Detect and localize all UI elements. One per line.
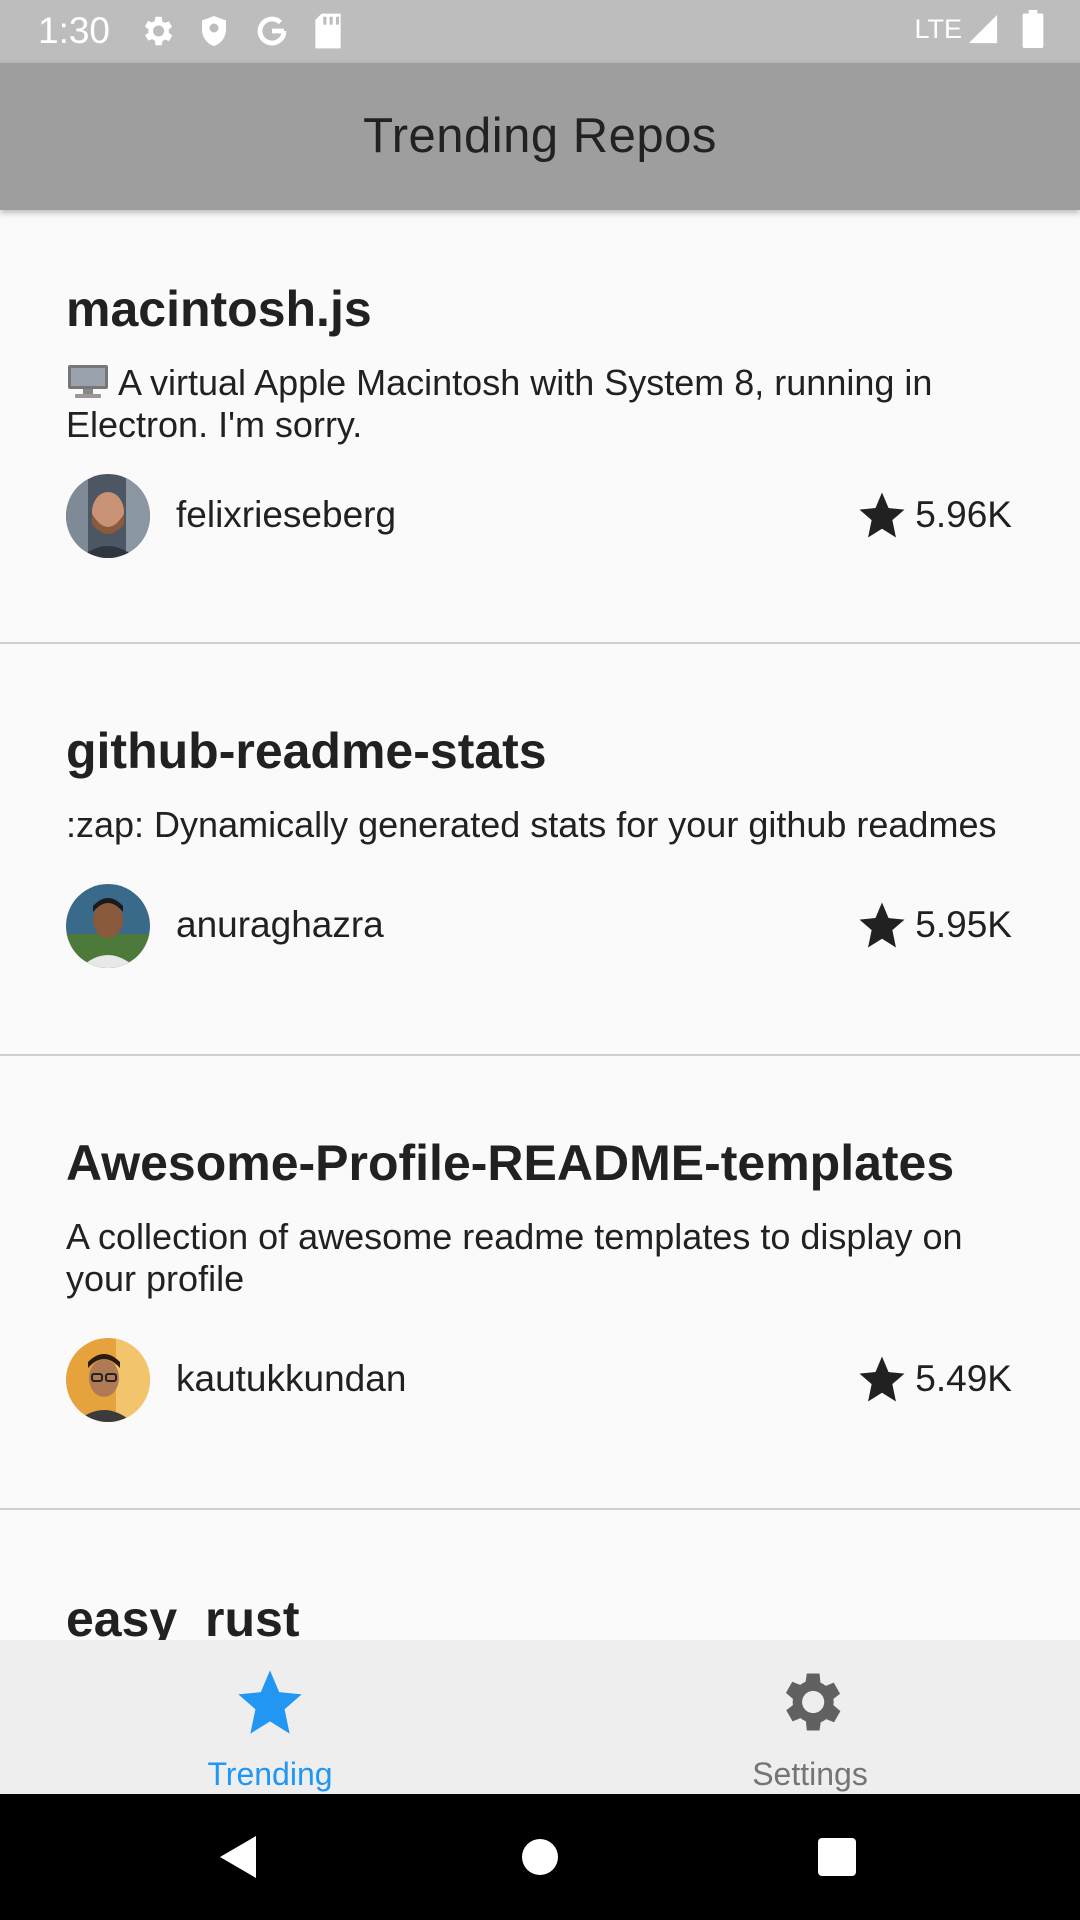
back-icon[interactable] xyxy=(216,1832,260,1882)
repo-owner: kautukkundan xyxy=(176,1358,407,1399)
repo-name: Awesome-Profile-README-templates xyxy=(66,1135,955,1191)
avatar[interactable] xyxy=(66,1338,150,1422)
signal-icon xyxy=(968,14,998,44)
repo-description: :zap: Dynamically generated stats for yo… xyxy=(66,804,997,845)
repo-name: github-readme-stats xyxy=(66,723,547,779)
app-bar: Trending Repos xyxy=(0,63,1080,210)
page-title: Trending Repos xyxy=(363,109,717,163)
tab-trending-label: Trending xyxy=(207,1756,333,1792)
repo-card[interactable]: Awesome-Profile-README-templates A colle… xyxy=(0,1056,1080,1510)
sd-card-icon xyxy=(315,13,341,49)
avatar[interactable] xyxy=(66,474,150,558)
tab-trending[interactable]: Trending xyxy=(0,1640,540,1794)
repo-description: A collection of awesome readme templates… xyxy=(66,1216,963,1299)
shield-icon xyxy=(202,16,226,46)
tab-settings-label: Settings xyxy=(752,1756,868,1792)
computer-icon xyxy=(68,365,108,398)
home-icon[interactable] xyxy=(520,1832,560,1882)
star-count-text: 5.95K xyxy=(915,904,1012,945)
repo-owner: anuraghazra xyxy=(176,904,384,945)
star-icon xyxy=(859,1356,905,1402)
repo-owner: felixrieseberg xyxy=(176,494,397,535)
status-right: LTE xyxy=(914,10,1044,48)
star-count-text: 5.96K xyxy=(915,494,1012,535)
gear-icon xyxy=(144,16,173,46)
repo-name: macintosh.js xyxy=(66,281,372,337)
star-count-text: 5.49K xyxy=(915,1358,1012,1399)
network-type: LTE xyxy=(914,13,962,44)
star-count: 5.96K xyxy=(855,488,1012,542)
star-count: 5.49K xyxy=(855,1352,1012,1406)
tab-settings[interactable]: Settings xyxy=(540,1640,1080,1794)
status-time: 1:30 xyxy=(38,10,111,51)
repo-card[interactable]: easy_rust xyxy=(0,1510,1080,1640)
avatar[interactable] xyxy=(66,884,150,968)
star-count: 5.95K xyxy=(855,898,1012,952)
system-navigation-bar xyxy=(0,1794,1080,1920)
star-icon xyxy=(859,902,905,948)
gear-icon xyxy=(785,1673,841,1731)
battery-icon xyxy=(1022,10,1044,48)
star-icon xyxy=(238,1670,302,1734)
repo-name: easy_rust xyxy=(66,1591,300,1640)
repo-list[interactable]: macintosh.js A virtual Apple Macintosh w… xyxy=(0,210,1080,1640)
repo-card[interactable]: macintosh.js A virtual Apple Macintosh w… xyxy=(0,210,1080,644)
star-icon xyxy=(859,492,905,538)
repo-card[interactable]: github-readme-stats :zap: Dynamically ge… xyxy=(0,644,1080,1056)
repo-description: A virtual Apple Macintosh with System 8,… xyxy=(66,362,1026,446)
status-bar: 1:30 LTE xyxy=(0,0,1080,63)
google-icon xyxy=(257,16,287,46)
repo-description-text: A virtual Apple Macintosh with System 8,… xyxy=(66,362,933,445)
bottom-navigation: Trending Settings xyxy=(0,1640,1080,1794)
recents-icon[interactable] xyxy=(816,1832,858,1882)
